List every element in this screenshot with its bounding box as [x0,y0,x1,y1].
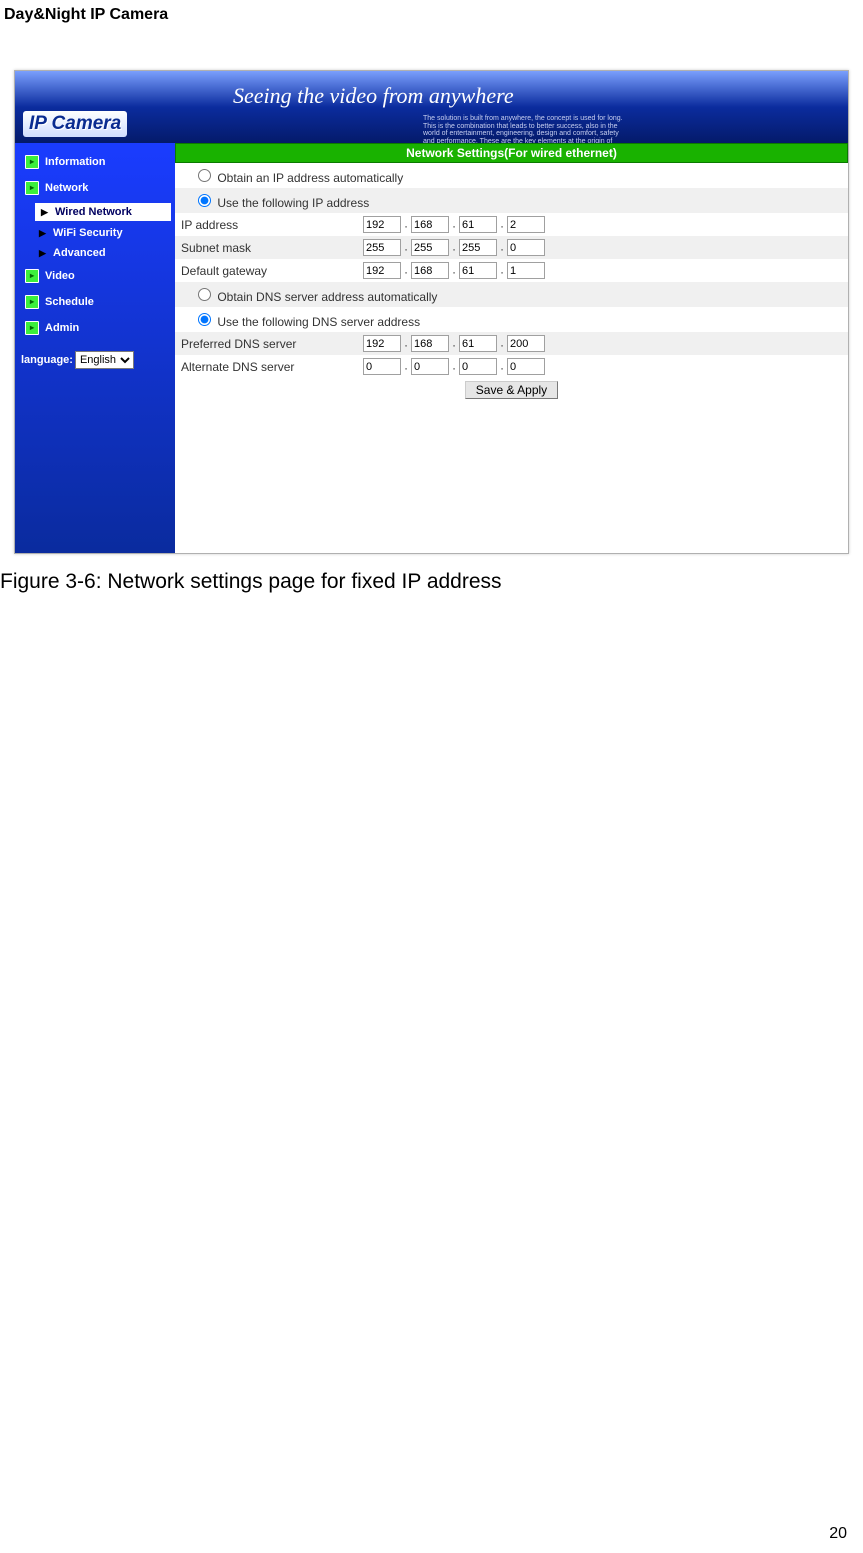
ip-octet-2[interactable] [411,216,449,233]
sidebar-item-label: WiFi Security [53,227,123,239]
use-dns-radio[interactable] [198,313,211,326]
language-select[interactable]: English [75,351,134,369]
banner-slogan: Seeing the video from anywhere The solut… [183,71,848,143]
sidebar-item-wifi-security[interactable]: ▶ WiFi Security [15,223,175,243]
sidebar-item-schedule[interactable]: ▸ Schedule [15,289,175,315]
alt-dns-octet-2[interactable] [411,358,449,375]
use-ip-label: Use the following IP address [217,196,369,210]
alt-dns-octet-1[interactable] [363,358,401,375]
sidebar-item-video[interactable]: ▸ Video [15,263,175,289]
ip-address-label: IP address [175,213,357,236]
content-area: Network Settings(For wired ethernet) Obt… [175,143,848,553]
banner: IP Camera Seeing the video from anywhere… [15,71,848,143]
ip-octet-1[interactable] [363,216,401,233]
pref-dns-label: Preferred DNS server [175,332,357,355]
gateway-octet-2[interactable] [411,262,449,279]
sidebar-item-label: Information [45,156,106,168]
sidebar: ▸ Information ▸ Network ▶ Wired Network … [15,143,175,553]
sidebar-item-label: Advanced [53,247,106,259]
ip-octet-4[interactable] [507,216,545,233]
pref-dns-octet-1[interactable] [363,335,401,352]
figure-caption: Figure 3-6: Network settings page for fi… [0,564,863,594]
alt-dns-octet-3[interactable] [459,358,497,375]
app-window: IP Camera Seeing the video from anywhere… [14,70,849,554]
gateway-octet-3[interactable] [459,262,497,279]
banner-subtext: The solution is built from anywhere, the… [423,115,623,143]
language-label: language: [21,354,73,366]
gateway-octet-4[interactable] [507,262,545,279]
arrow-icon: ▶ [39,248,47,259]
sidebar-item-wired-network[interactable]: ▶ Wired Network [35,203,171,221]
subnet-octet-1[interactable] [363,239,401,256]
arrow-icon: ▸ [25,181,39,195]
ip-octet-3[interactable] [459,216,497,233]
arrow-icon: ▸ [25,155,39,169]
sidebar-item-network[interactable]: ▸ Network [15,175,175,201]
save-apply-button[interactable]: Save & Apply [465,381,558,399]
arrow-icon: ▶ [41,207,49,218]
sidebar-item-label: Video [45,270,75,282]
subnet-octet-3[interactable] [459,239,497,256]
language-row: language: English [15,341,175,373]
subnet-octet-4[interactable] [507,239,545,256]
arrow-icon: ▸ [25,321,39,335]
page-title: Day&Night IP Camera [0,0,863,30]
sidebar-item-advanced[interactable]: ▶ Advanced [15,243,175,263]
subnet-label: Subnet mask [175,236,357,259]
arrow-icon: ▶ [39,228,47,239]
obtain-dns-radio[interactable] [198,288,211,301]
pref-dns-octet-2[interactable] [411,335,449,352]
logo: IP Camera [23,111,127,137]
pref-dns-octet-4[interactable] [507,335,545,352]
sidebar-item-label: Network [45,182,88,194]
subnet-octet-2[interactable] [411,239,449,256]
pref-dns-octet-3[interactable] [459,335,497,352]
arrow-icon: ▸ [25,295,39,309]
sidebar-item-label: Wired Network [55,206,132,218]
sidebar-item-label: Schedule [45,296,94,308]
gateway-octet-1[interactable] [363,262,401,279]
sidebar-item-admin[interactable]: ▸ Admin [15,315,175,341]
sidebar-item-information[interactable]: ▸ Information [15,149,175,175]
use-ip-radio[interactable] [198,194,211,207]
gateway-label: Default gateway [175,259,357,282]
use-dns-label: Use the following DNS server address [217,315,420,329]
obtain-ip-label: Obtain an IP address automatically [217,171,403,185]
page-number: 20 [829,1525,855,1549]
obtain-ip-radio[interactable] [198,169,211,182]
arrow-icon: ▸ [25,269,39,283]
obtain-dns-label: Obtain DNS server address automatically [217,290,437,304]
section-header: Network Settings(For wired ethernet) [175,143,848,163]
sidebar-item-label: Admin [45,322,79,334]
alt-dns-octet-4[interactable] [507,358,545,375]
alt-dns-label: Alternate DNS server [175,355,357,378]
